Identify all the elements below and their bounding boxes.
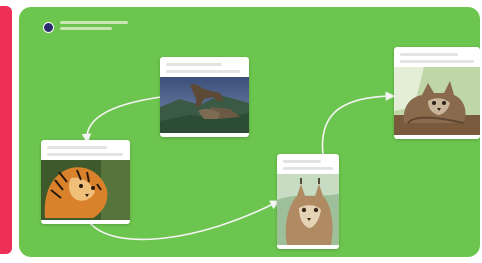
wolves-photo — [160, 77, 249, 133]
card-text-placeholder — [394, 47, 480, 67]
board-header — [43, 21, 128, 33]
board-canvas[interactable] — [19, 7, 480, 257]
maine-coon-cat-photo — [394, 67, 480, 135]
card-wolves[interactable] — [160, 57, 249, 137]
card-line — [47, 153, 123, 156]
card-line — [400, 53, 458, 56]
app-frame — [0, 0, 482, 263]
side-panel-edge — [0, 6, 12, 254]
card-tiger[interactable] — [41, 140, 130, 224]
card-maine-coon[interactable] — [394, 47, 480, 139]
user-avatar-icon[interactable] — [43, 22, 54, 33]
card-text-placeholder — [160, 57, 249, 77]
lynx-photo — [277, 174, 339, 245]
card-line — [166, 63, 222, 66]
card-line — [283, 160, 321, 163]
card-line — [166, 70, 240, 73]
card-lynx[interactable] — [277, 154, 339, 249]
board-title-placeholder — [60, 21, 128, 30]
tiger-photo — [41, 160, 130, 220]
card-line — [283, 167, 333, 170]
card-text-placeholder — [41, 140, 130, 160]
title-line — [60, 21, 128, 24]
card-text-placeholder — [277, 154, 339, 174]
card-line — [47, 146, 107, 149]
card-line — [400, 60, 474, 63]
subtitle-line — [60, 27, 112, 30]
